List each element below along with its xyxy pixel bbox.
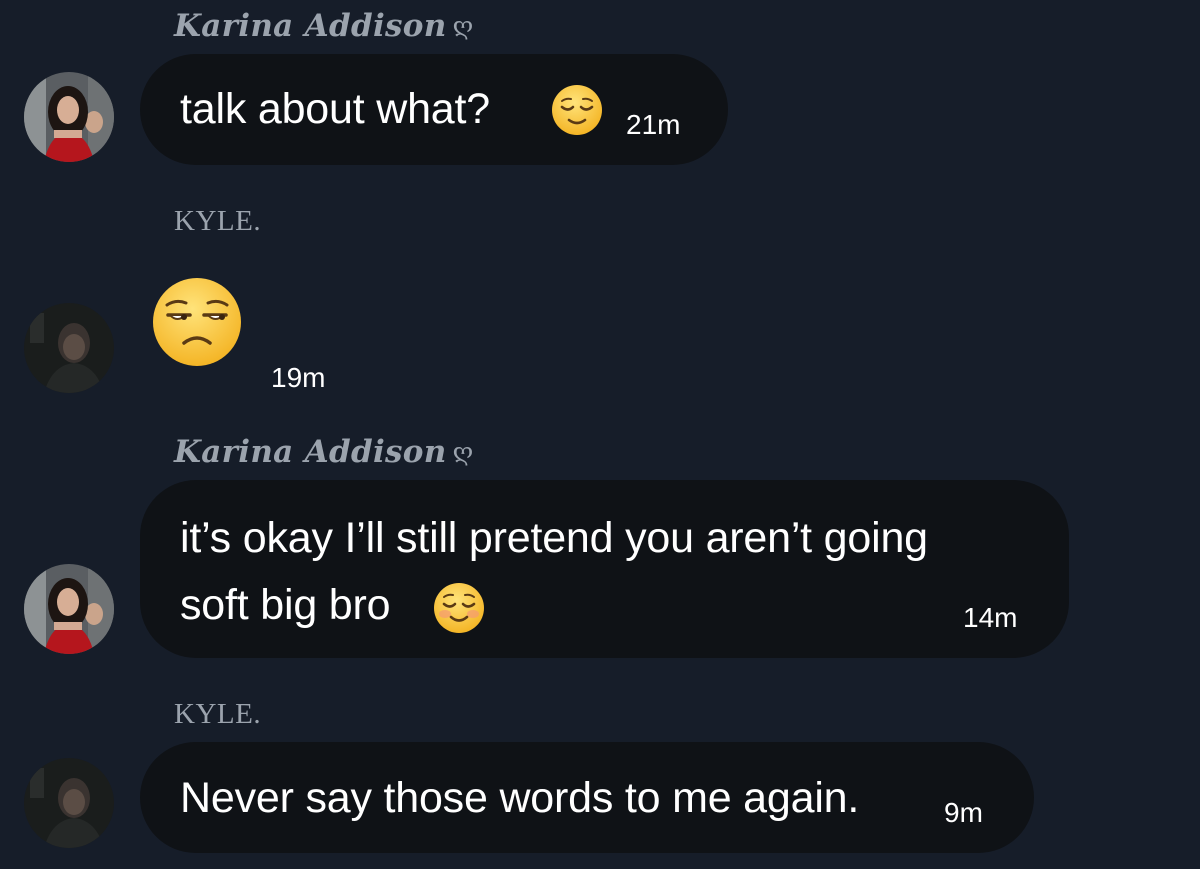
message-text: talk about what? (180, 85, 490, 133)
message-bubble[interactable]: Never say those words to me again. 9m (140, 742, 1034, 853)
smiling-face-emoji (433, 582, 485, 634)
sender-name-kyle[interactable]: KYLE. (174, 698, 261, 731)
avatar-karina[interactable] (24, 564, 114, 654)
sender-name-karina[interactable]: Karina Addison ღ (174, 434, 474, 470)
relieved-face-emoji (551, 84, 603, 136)
message-text-line-2: soft big bro (180, 581, 391, 629)
avatar-kyle[interactable] (24, 303, 114, 393)
sender-name-karina[interactable]: Karina Addison ღ (174, 8, 474, 44)
sender-badge-glyph: ღ (452, 438, 474, 466)
sender-badge-glyph: ღ (452, 12, 474, 40)
message-bubble[interactable]: talk about what? 21m (140, 54, 728, 165)
dm-conversation: Karina Addison ღ talk about what? 21m KY… (0, 0, 1200, 869)
message-timestamp: 9m (944, 797, 983, 828)
sender-name-kyle[interactable]: KYLE. (174, 205, 261, 238)
avatar-karina[interactable] (24, 72, 114, 162)
message-text: Never say those words to me again. (180, 774, 860, 822)
message-bubble[interactable]: it’s okay I’ll still pretend you aren’t … (140, 480, 1069, 658)
message-timestamp: 19m (271, 362, 326, 393)
message-timestamp: 14m (963, 602, 1018, 633)
message-timestamp: 21m (626, 109, 681, 140)
avatar-kyle[interactable] (24, 758, 114, 848)
message-text-line-1: it’s okay I’ll still pretend you aren’t … (180, 514, 928, 562)
unamused-face-emoji[interactable] (152, 277, 242, 367)
